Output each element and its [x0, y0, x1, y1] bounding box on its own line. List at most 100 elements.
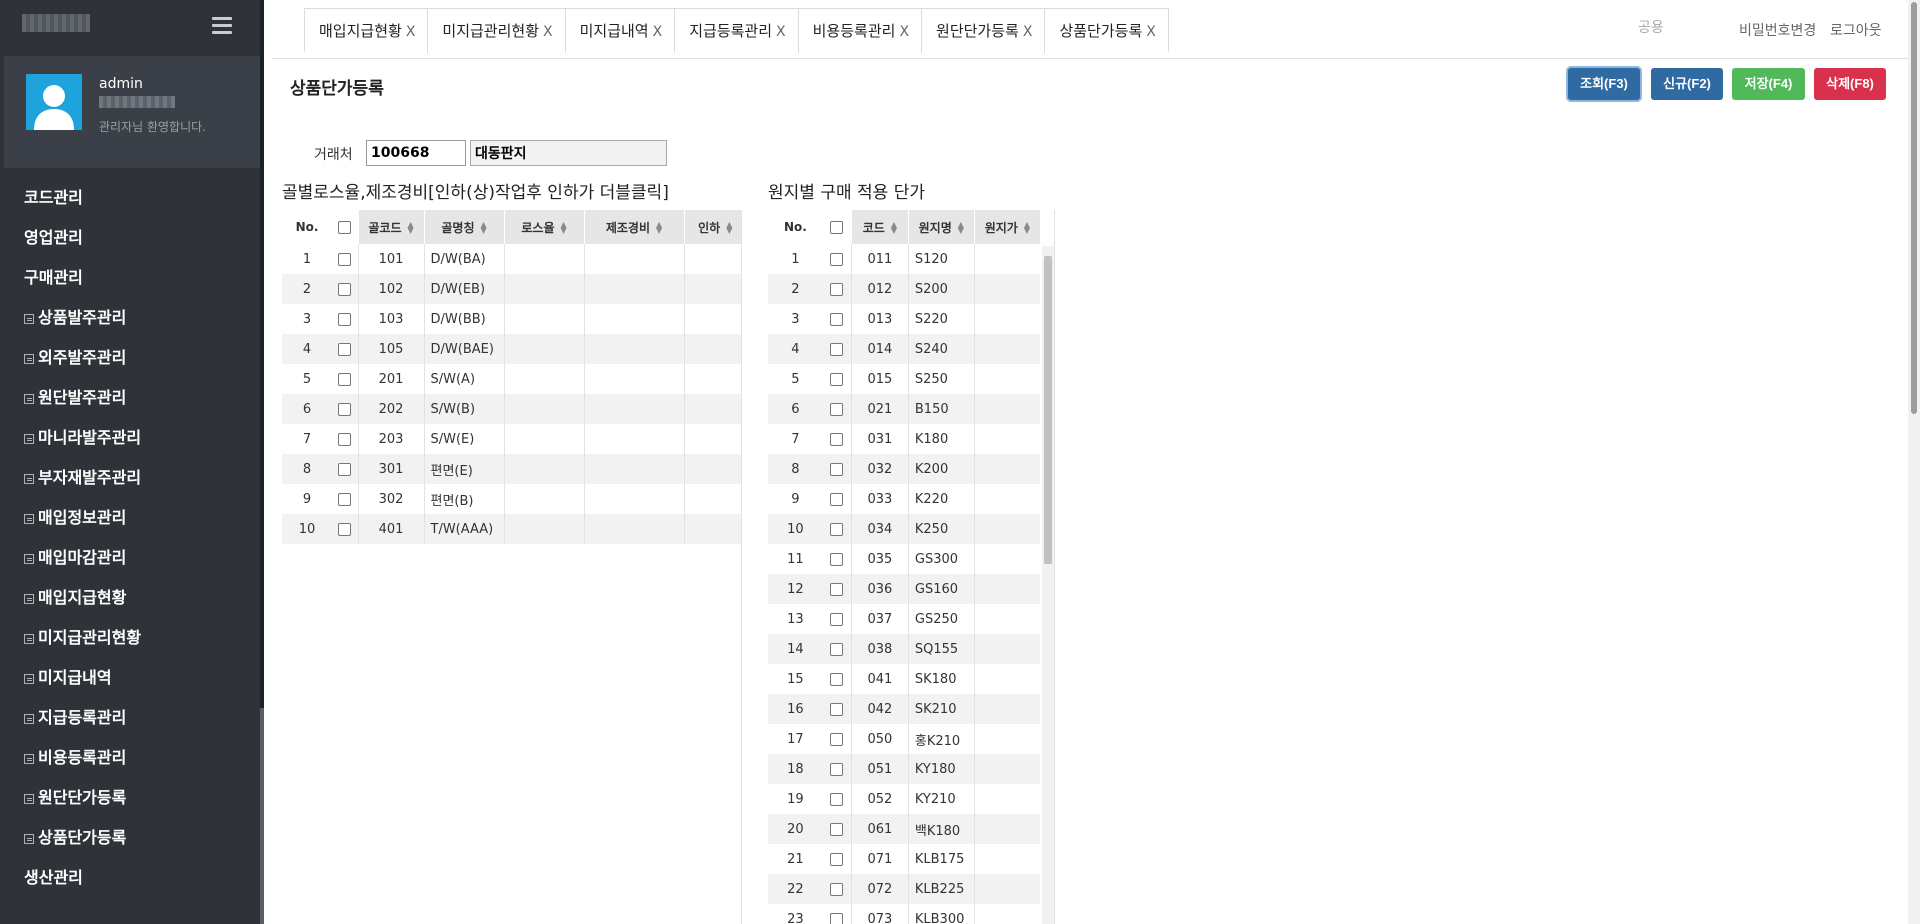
editable-cell[interactable]	[973, 544, 1040, 574]
editable-cell[interactable]	[683, 454, 741, 484]
editable-cell[interactable]	[503, 364, 584, 394]
sidebar-item[interactable]: 원단단가등록	[0, 778, 260, 818]
row-checkbox-cell[interactable]	[822, 424, 852, 454]
editable-cell[interactable]	[973, 244, 1040, 274]
sidebar-item[interactable]: 비용등록관리	[0, 738, 260, 778]
tab[interactable]: 상품단가등록 X	[1045, 9, 1167, 53]
sidebar-item[interactable]: 원단발주관리	[0, 378, 260, 418]
tab-close-icon[interactable]: X	[776, 24, 786, 40]
row-checkbox[interactable]	[338, 312, 352, 326]
row-checkbox-cell[interactable]	[822, 874, 852, 904]
table-row[interactable]: 12 036 GS160	[768, 574, 1040, 604]
column-header[interactable]: 제조경비 ▲ ▼	[583, 210, 684, 244]
editable-cell[interactable]	[503, 484, 584, 514]
editable-cell[interactable]	[583, 364, 684, 394]
new-button[interactable]: 신규(F2)	[1651, 68, 1723, 100]
row-checkbox[interactable]	[830, 582, 844, 596]
tab[interactable]: 원단단가등록 X	[922, 9, 1046, 53]
table-row[interactable]: 3 013 S220	[768, 304, 1040, 334]
editable-cell[interactable]	[973, 274, 1040, 304]
select-all-checkbox-header[interactable]	[822, 210, 852, 244]
sidebar-item[interactable]: 지급등록관리	[0, 698, 260, 738]
row-checkbox-cell[interactable]	[822, 364, 852, 394]
table-row[interactable]: 14 038 SQ155	[768, 634, 1040, 664]
editable-cell[interactable]	[973, 664, 1040, 694]
row-checkbox-cell[interactable]	[822, 514, 852, 544]
table-row[interactable]: 9 033 K220	[768, 484, 1040, 514]
row-checkbox-cell[interactable]	[822, 244, 852, 274]
row-checkbox[interactable]	[830, 372, 844, 386]
row-checkbox[interactable]	[338, 282, 352, 296]
editable-cell[interactable]	[683, 424, 741, 454]
row-checkbox[interactable]	[830, 912, 844, 924]
table-row[interactable]: 1 101 D/W(BA)	[282, 244, 741, 274]
table-row[interactable]: 17 050 홍K210	[768, 724, 1040, 754]
row-checkbox-cell[interactable]	[332, 454, 358, 484]
row-checkbox-cell[interactable]	[332, 424, 358, 454]
row-checkbox[interactable]	[830, 702, 844, 716]
editable-cell[interactable]	[973, 484, 1040, 514]
vendor-name-input[interactable]	[470, 140, 667, 166]
row-checkbox-cell[interactable]	[822, 484, 852, 514]
editable-cell[interactable]	[503, 274, 584, 304]
row-checkbox-cell[interactable]	[822, 904, 852, 924]
change-password-link[interactable]: 비밀번호변경	[1739, 20, 1816, 40]
editable-cell[interactable]	[683, 274, 741, 304]
column-header[interactable]: 로스율 ▲ ▼	[503, 210, 584, 244]
editable-cell[interactable]	[583, 424, 684, 454]
editable-cell[interactable]	[583, 514, 684, 544]
table-row[interactable]: 7 031 K180	[768, 424, 1040, 454]
row-checkbox-cell[interactable]	[332, 514, 358, 544]
save-button[interactable]: 저장(F4)	[1732, 68, 1805, 100]
table-row[interactable]: 18 051 KY180	[768, 754, 1040, 784]
tab[interactable]: 비용등록관리 X	[799, 9, 923, 53]
editable-cell[interactable]	[973, 364, 1040, 394]
row-checkbox[interactable]	[830, 252, 844, 266]
row-checkbox[interactable]	[338, 462, 352, 476]
page-scrollbar[interactable]	[1908, 0, 1920, 924]
editable-cell[interactable]	[503, 394, 584, 424]
row-checkbox-cell[interactable]	[822, 304, 852, 334]
row-checkbox[interactable]	[338, 372, 352, 386]
row-checkbox-cell[interactable]	[332, 484, 358, 514]
editable-cell[interactable]	[973, 904, 1040, 924]
table-row[interactable]: 1 011 S120	[768, 244, 1040, 274]
select-all-checkbox-header[interactable]	[332, 210, 358, 244]
column-header-no[interactable]: No.	[768, 210, 823, 244]
row-checkbox[interactable]	[338, 432, 352, 446]
vendor-code-input[interactable]	[366, 140, 466, 166]
search-button[interactable]: 조회(F3)	[1568, 68, 1640, 100]
editable-cell[interactable]	[583, 274, 684, 304]
sort-icon[interactable]: ▲ ▼	[560, 221, 566, 235]
editable-cell[interactable]	[973, 754, 1040, 784]
editable-cell[interactable]	[973, 574, 1040, 604]
delete-button[interactable]: 삭제(F8)	[1814, 68, 1886, 100]
editable-cell[interactable]	[973, 784, 1040, 814]
table-row[interactable]: 2 102 D/W(EB)	[282, 274, 741, 304]
sort-icon[interactable]: ▲ ▼	[1024, 221, 1030, 235]
sidebar-item[interactable]: 구매관리	[0, 258, 260, 298]
row-checkbox[interactable]	[830, 282, 844, 296]
row-checkbox-cell[interactable]	[332, 274, 358, 304]
row-checkbox-cell[interactable]	[822, 604, 852, 634]
editable-cell[interactable]	[503, 514, 584, 544]
editable-cell[interactable]	[973, 514, 1040, 544]
table-row[interactable]: 20 061 백K180	[768, 814, 1040, 844]
row-checkbox-cell[interactable]	[822, 814, 852, 844]
row-checkbox[interactable]	[830, 522, 844, 536]
table-row[interactable]: 7 203 S/W(E)	[282, 424, 741, 454]
table-row[interactable]: 11 035 GS300	[768, 544, 1040, 574]
row-checkbox[interactable]	[830, 552, 844, 566]
sort-icon[interactable]: ▲ ▼	[891, 221, 897, 235]
sidebar-item[interactable]: 외주발주관리	[0, 338, 260, 378]
row-checkbox-cell[interactable]	[822, 634, 852, 664]
table-row[interactable]: 4 014 S240	[768, 334, 1040, 364]
column-header[interactable]: 골명칭 ▲ ▼	[423, 210, 504, 244]
column-header[interactable]: 코드 ▲ ▼	[850, 210, 909, 244]
row-checkbox-cell[interactable]	[822, 664, 852, 694]
row-checkbox-cell[interactable]	[822, 754, 852, 784]
grid-scrollbar[interactable]	[1042, 246, 1054, 924]
editable-cell[interactable]	[503, 334, 584, 364]
editable-cell[interactable]	[973, 634, 1040, 664]
editable-cell[interactable]	[683, 514, 741, 544]
